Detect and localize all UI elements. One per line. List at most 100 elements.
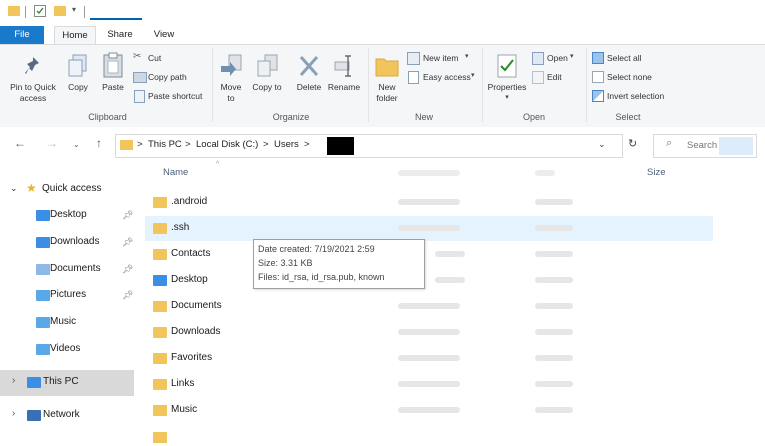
checkbox-properties-icon[interactable] — [34, 5, 46, 17]
paste-shortcut-button[interactable]: Paste shortcut — [133, 90, 213, 103]
easy-access-icon — [408, 71, 419, 84]
nav-item-downloads[interactable]: Downloads 📌︎ — [0, 230, 134, 256]
list-item[interactable]: .ssh — [145, 216, 713, 241]
nav-item-music[interactable]: Music — [0, 310, 134, 336]
paste-button[interactable]: Paste — [98, 52, 128, 108]
back-icon[interactable]: ← — [14, 136, 26, 150]
list-item[interactable]: Links — [145, 372, 713, 397]
nav-network[interactable]: › Network — [0, 403, 134, 429]
column-header-name[interactable]: Name — [163, 167, 188, 187]
tab-file[interactable]: File — [0, 26, 44, 44]
new-folder-icon — [375, 58, 399, 77]
refresh-icon[interactable]: ↻ — [628, 137, 637, 150]
nav-item-pictures[interactable]: Pictures 📌︎ — [0, 283, 134, 309]
list-item[interactable]: Music — [145, 398, 713, 423]
list-item[interactable]: Favorites — [145, 346, 713, 371]
date-modified — [398, 407, 460, 413]
open-group-label: Open — [522, 112, 546, 122]
tab-share[interactable]: Share — [100, 26, 140, 44]
copy-to-icon — [257, 54, 278, 77]
links-folder-icon — [153, 379, 167, 390]
properties-button[interactable]: Properties ▾ — [486, 52, 528, 108]
cut-button[interactable]: ✂ Cut — [133, 51, 193, 65]
rename-button[interactable]: Rename — [326, 52, 362, 108]
pin-icon: 📌︎ — [122, 290, 134, 300]
forward-icon[interactable]: → — [46, 136, 58, 150]
select-all-button[interactable]: Select all — [592, 52, 662, 65]
address-bar[interactable] — [115, 134, 623, 158]
column-header-type[interactable] — [535, 170, 555, 176]
new-folder-button[interactable]: New folder — [372, 52, 402, 108]
nav-item-desktop[interactable]: Desktop 📌︎ — [0, 203, 134, 229]
address-dropdown-icon[interactable]: ⌄ — [598, 139, 606, 150]
select-none-button[interactable]: Select none — [592, 71, 662, 84]
pin-to-quick-access-button[interactable]: Pin to Quick access — [4, 52, 62, 108]
edit-label: Edit — [547, 72, 562, 82]
column-header-date[interactable] — [398, 170, 460, 176]
file-name: Documents — [171, 300, 222, 311]
chevron-right-icon: › — [12, 375, 16, 386]
list-item[interactable]: Documents — [145, 294, 713, 319]
breadcrumb-users[interactable]: Users — [274, 139, 299, 150]
nav-this-pc[interactable]: › This PC — [0, 370, 134, 396]
move-to-label: Move to — [220, 82, 242, 103]
list-item[interactable]: .android — [145, 190, 713, 215]
nav-network-label: Network — [43, 409, 80, 420]
new-folder-icon[interactable] — [54, 6, 66, 16]
clipboard-group-label: Clipboard — [88, 112, 127, 122]
star-icon: ★ — [26, 181, 37, 195]
nav-item-documents[interactable]: Documents 📌︎ — [0, 257, 134, 283]
file-type — [535, 199, 573, 205]
list-item[interactable]: Desktop — [145, 268, 713, 293]
breadcrumb-local-disk[interactable]: Local Disk (C:) — [196, 139, 258, 150]
pictures-icon — [36, 290, 50, 301]
copy-button[interactable]: Copy — [64, 52, 92, 108]
chevron-down-icon: ▾ — [570, 53, 574, 60]
list-item[interactable]: Contacts — [145, 242, 713, 267]
rename-label: Rename — [327, 82, 361, 92]
nav-item-videos[interactable]: Videos — [0, 337, 134, 363]
breadcrumb-separator: > — [185, 139, 191, 150]
divider — [482, 48, 483, 122]
paste-label: Paste — [102, 82, 124, 92]
invert-selection-button[interactable]: Invert selection — [592, 90, 672, 103]
nav-quick-access[interactable]: ⌄ ★ Quick access — [0, 177, 134, 203]
desktop-icon — [36, 210, 50, 221]
folder-icon — [153, 223, 167, 234]
divider — [586, 48, 587, 122]
list-item[interactable]: Downloads — [145, 320, 713, 345]
recent-locations-icon[interactable]: ⌄ — [73, 140, 80, 149]
videos-icon — [36, 344, 50, 355]
date-modified — [435, 251, 465, 257]
up-icon[interactable]: ↑ — [96, 136, 102, 150]
chevron-down-icon: ▾ — [465, 53, 469, 60]
copy-path-button[interactable]: Copy path — [133, 71, 203, 84]
list-item-partial — [145, 426, 713, 446]
delete-label: Delete — [296, 82, 322, 92]
rename-icon — [334, 55, 351, 77]
copy-to-button[interactable]: Copy to — [252, 52, 282, 108]
nav-item-label: Desktop — [50, 209, 87, 220]
search-input[interactable]: Search — [687, 140, 717, 151]
file-type — [535, 407, 573, 413]
breadcrumb-this-pc[interactable]: This PC — [148, 139, 182, 150]
folder-icon — [153, 432, 167, 443]
tab-home[interactable]: Home — [54, 26, 96, 44]
delete-button[interactable]: Delete — [292, 52, 326, 108]
title-bar: ▾ — [0, 0, 765, 26]
pin-icon — [25, 57, 39, 74]
column-header-size[interactable]: Size — [647, 167, 665, 187]
chevron-down-icon: ▾ — [471, 72, 475, 79]
new-item-icon — [407, 52, 420, 65]
easy-access-button[interactable]: Easy access ▾ — [407, 71, 482, 84]
divider — [84, 6, 85, 18]
file-type — [535, 303, 573, 309]
window-title — [90, 4, 142, 20]
new-item-button[interactable]: New item ▾ — [407, 52, 477, 65]
open-button[interactable]: Open ▾ — [532, 52, 582, 65]
tab-view[interactable]: View — [144, 26, 184, 44]
edit-button[interactable]: Edit — [532, 71, 572, 84]
new-item-label: New item — [423, 53, 459, 63]
customize-toolbar-icon[interactable]: ▾ — [72, 5, 76, 14]
move-to-button[interactable]: Move to — [216, 52, 246, 108]
